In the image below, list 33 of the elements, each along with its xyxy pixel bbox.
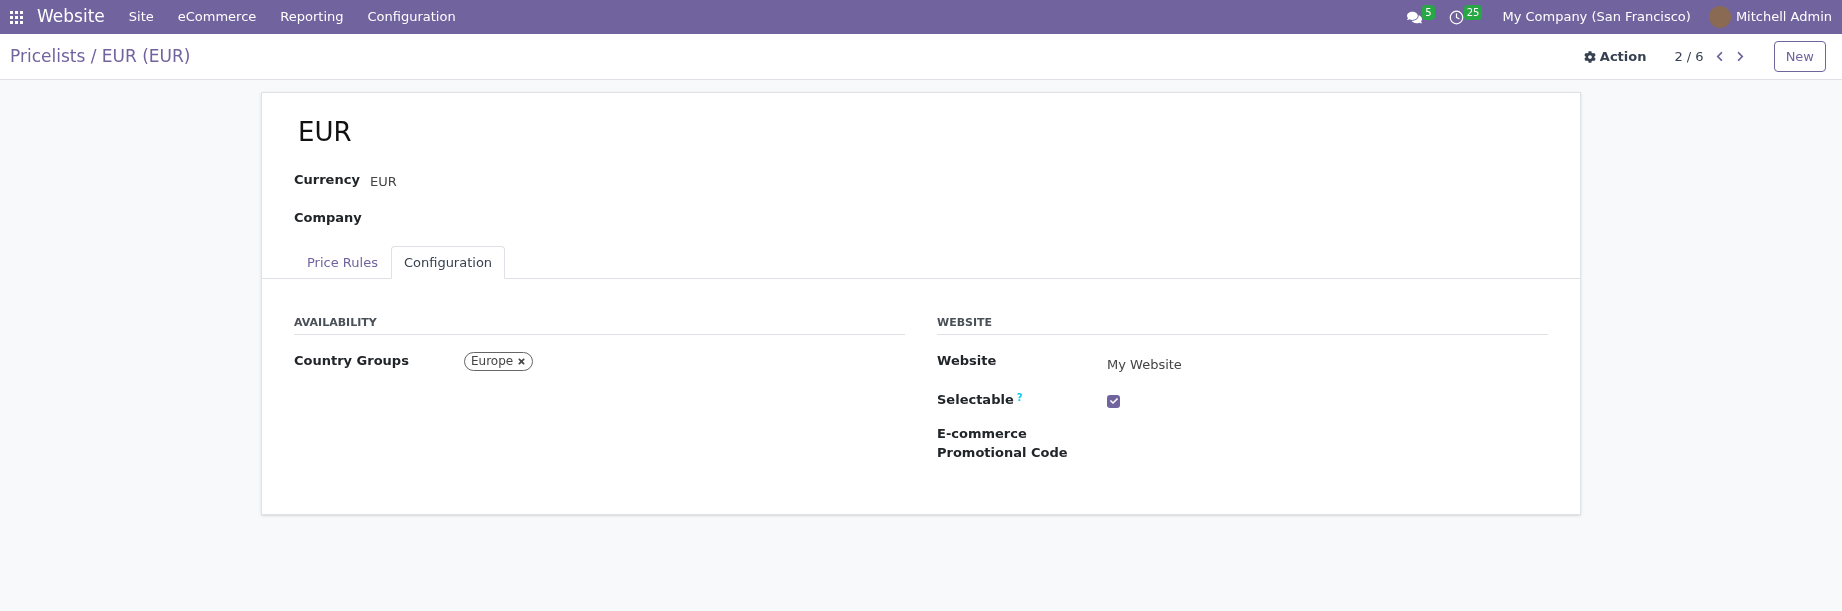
field-label: E-commerce Promotional Code — [937, 424, 1069, 462]
breadcrumb[interactable]: Pricelists / EUR (EUR) — [10, 43, 191, 70]
count-badge: 5 — [1422, 4, 1435, 20]
menu-item[interactable]: Reporting — [280, 7, 344, 27]
field-label: Selectable — [937, 390, 1014, 409]
menu-item[interactable]: Configuration — [367, 7, 456, 27]
app-name[interactable]: Website — [37, 4, 105, 30]
tab[interactable]: Price Rules — [294, 246, 391, 279]
pager-value[interactable]: 2 / 6 — [1674, 46, 1704, 67]
company-switcher[interactable]: My Company (San Francisco) — [1502, 7, 1691, 27]
field-label: Country Groups — [294, 351, 409, 370]
menu-item[interactable]: eCommerce — [177, 7, 257, 27]
record-title: EUR — [298, 116, 353, 149]
new-button[interactable]: New — [1773, 41, 1826, 72]
apps-menu-icon[interactable] — [10, 10, 23, 24]
tab[interactable]: Configuration — [390, 246, 506, 279]
field-label: Currency — [294, 171, 361, 189]
check-icon — [1109, 397, 1118, 405]
checkbox[interactable] — [1107, 394, 1120, 408]
group-title: WEBSITE — [937, 315, 1548, 335]
field-label: Website — [937, 351, 997, 370]
user-menu[interactable]: Mitchell Admin — [1735, 7, 1832, 27]
remove-icon[interactable] — [517, 356, 527, 366]
action-button[interactable]: Action — [1583, 46, 1647, 67]
field-label: Company — [294, 209, 363, 227]
field-value[interactable]: My Website — [1107, 356, 1182, 372]
group-title: AVAILABILITY — [294, 315, 905, 335]
gear-icon — [1583, 50, 1596, 63]
field-value[interactable]: EUR — [370, 172, 397, 190]
clock-icon[interactable] — [1448, 9, 1464, 25]
menu-item[interactable]: Site — [128, 7, 154, 27]
count-badge: 25 — [1463, 4, 1483, 20]
messages-icon[interactable] — [1407, 9, 1423, 25]
